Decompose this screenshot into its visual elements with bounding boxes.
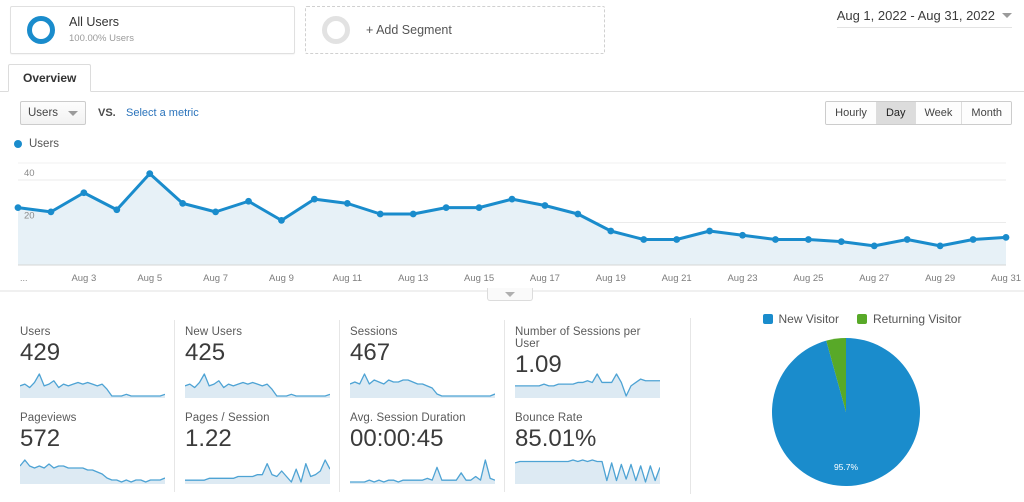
pie-legend-item-new-visitor[interactable]: New Visitor (762, 312, 839, 326)
legend-swatch-icon (762, 314, 773, 324)
pie-slice-data-label: 95.7% (833, 462, 859, 472)
pie-legend: New Visitor Returning Visitor (700, 310, 1024, 326)
date-range-label: Aug 1, 2022 - Aug 31, 2022 (836, 8, 995, 23)
ring-icon (27, 16, 55, 44)
caret-down-icon (68, 110, 79, 116)
metric-card-label: Number of Sessions per User (515, 326, 641, 350)
svg-text:Aug 31: Aug 31 (991, 273, 1021, 284)
chart-legend-label: Users (29, 138, 60, 150)
vs-label: VS. (98, 107, 116, 119)
legend-swatch-icon (856, 314, 867, 324)
svg-text:40: 40 (24, 168, 35, 179)
metric-selector-row: Users VS. Select a metric Hourly Day Wee… (0, 99, 1024, 129)
sparkline-avg-session-duration (350, 459, 495, 484)
metric-card-avg-session-duration[interactable]: Avg. Session Duration 00:00:45 (340, 406, 505, 492)
svg-text:Aug 21: Aug 21 (662, 273, 692, 284)
svg-text:Aug 29: Aug 29 (925, 273, 955, 284)
sparkline-users (20, 373, 165, 398)
metric-cards-grid: Users 429 New Users 425 Sessions 467 Num… (10, 320, 670, 498)
svg-text:Aug 5: Aug 5 (137, 273, 162, 284)
metric-card-label: Avg. Session Duration (350, 412, 466, 424)
metric-card-label: Pages / Session (185, 412, 270, 424)
metric-dropdown[interactable]: Users (20, 101, 87, 125)
metric-card-users[interactable]: Users 429 (10, 320, 175, 406)
svg-text:Aug 11: Aug 11 (333, 273, 362, 284)
granularity-toggle-group: Hourly Day Week Month (825, 101, 1012, 125)
pie-chart-wrap: 95.7% (700, 334, 1024, 494)
caret-down-icon (505, 291, 515, 297)
segment-all-users-title: All Users (69, 15, 120, 30)
granularity-week[interactable]: Week (915, 102, 963, 124)
chart-collapse-handle[interactable] (487, 288, 533, 301)
svg-text:20: 20 (24, 211, 35, 222)
caret-down-icon (1002, 13, 1012, 18)
sparkline-sessions (350, 373, 495, 398)
segment-all-users[interactable]: All Users 100.00% Users (10, 6, 295, 54)
metric-card-pages-per-session[interactable]: Pages / Session 1.22 (175, 406, 340, 492)
svg-text:Aug 25: Aug 25 (793, 273, 823, 284)
chart-legend: Users (14, 138, 59, 150)
svg-text:Aug 13: Aug 13 (398, 273, 428, 284)
metric-card-bounce-rate[interactable]: Bounce Rate 85.01% (505, 406, 670, 492)
empty-ring-icon (322, 16, 350, 44)
metric-dropdown-value: Users (28, 107, 59, 119)
metric-card-new-users[interactable]: New Users 425 (175, 320, 340, 406)
granularity-month[interactable]: Month (962, 102, 1011, 124)
metric-card-sessions-per-user[interactable]: Number of Sessions per User 1.09 (505, 320, 670, 406)
legend-dot-icon (14, 140, 22, 148)
sparkline-pageviews (20, 459, 165, 484)
svg-text:Aug 9: Aug 9 (269, 273, 294, 284)
pie-legend-label: New Visitor (778, 312, 839, 326)
svg-text:Aug 23: Aug 23 (727, 273, 757, 284)
metric-card-value: 85.01% (515, 425, 597, 452)
svg-text:Aug 17: Aug 17 (530, 273, 560, 284)
sparkline-bounce-rate (515, 459, 660, 484)
select-a-metric-link[interactable]: Select a metric (126, 107, 199, 119)
granularity-hourly[interactable]: Hourly (826, 102, 877, 124)
metric-card-label: Users (20, 326, 51, 338)
svg-text:Aug 7: Aug 7 (203, 273, 228, 284)
svg-text:Aug 27: Aug 27 (859, 273, 889, 284)
metric-card-value: 00:00:45 (350, 425, 444, 452)
metric-card-value: 429 (20, 339, 61, 366)
add-segment-button[interactable]: + Add Segment (305, 6, 605, 54)
svg-text:Aug 15: Aug 15 (464, 273, 494, 284)
svg-text:...: ... (20, 273, 28, 283)
metric-card-pageviews[interactable]: Pageviews 572 (10, 406, 175, 492)
metric-card-value: 572 (20, 425, 61, 452)
segment-all-users-texts: All Users 100.00% Users (69, 15, 134, 45)
sparkline-sessions-per-user (515, 373, 660, 398)
tab-overview[interactable]: Overview (8, 64, 92, 92)
metric-card-label: Sessions (350, 326, 398, 338)
tab-strip: Overview (0, 64, 1024, 92)
svg-text:Aug 19: Aug 19 (596, 273, 626, 284)
granularity-day[interactable]: Day (876, 102, 916, 124)
pie-legend-item-returning-visitor[interactable]: Returning Visitor (856, 312, 962, 326)
users-over-time-chart[interactable]: 20 40... Aug 3 Aug 5 Aug 7 Aug 9 Aug 11 Aug 13 A… (0, 155, 1024, 295)
metric-card-label: Bounce Rate (515, 412, 583, 424)
metric-card-value: 425 (185, 339, 226, 366)
sparkline-new-users (185, 373, 330, 398)
tab-overview-label: Overview (23, 71, 77, 85)
metric-card-value: 467 (350, 339, 391, 366)
metric-card-value: 1.22 (185, 425, 232, 452)
metric-card-label: New Users (185, 326, 243, 338)
add-segment-label: + Add Segment (366, 23, 452, 37)
svg-text:Aug 3: Aug 3 (71, 273, 96, 284)
metric-card-label: Pageviews (20, 412, 77, 424)
metric-card-sessions[interactable]: Sessions 467 (340, 320, 505, 406)
sparkline-pages-per-session (185, 459, 330, 484)
date-range-picker[interactable]: Aug 1, 2022 - Aug 31, 2022 (836, 8, 1012, 28)
pie-legend-label: Returning Visitor (872, 312, 962, 326)
new-vs-returning-panel: New Visitor Returning Visitor 95.7% (700, 310, 1024, 502)
segment-all-users-subtitle: 100.00% Users (69, 32, 134, 44)
panel-divider (690, 318, 691, 494)
